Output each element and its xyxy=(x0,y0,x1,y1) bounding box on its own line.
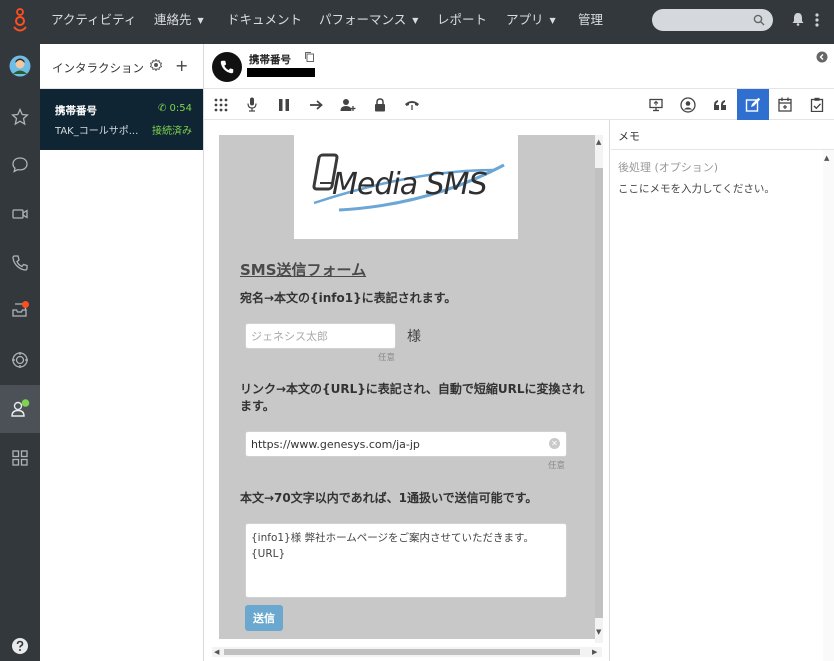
conversation-header: 携帯番号 xyxy=(204,44,834,89)
phone-icon xyxy=(212,52,242,82)
inbox-icon[interactable] xyxy=(0,290,40,330)
memo-scrollbar[interactable] xyxy=(823,150,834,661)
dialpad-icon[interactable] xyxy=(206,89,236,120)
screen-share-icon[interactable] xyxy=(641,89,671,120)
body-text-line: {info1}様 弊社ホームページをご案内させていただきます。 xyxy=(251,532,534,544)
memo-panel: メモ 後処理 (オプション) ここにメモを入力してください。 ▲ xyxy=(611,120,834,661)
settings-gear-icon[interactable] xyxy=(149,58,163,74)
sms-form-frame: Media SMS SMS送信フォーム 宛名→本文の{info1}に表記されます… xyxy=(219,135,603,639)
nav-activity[interactable]: アクティビティ xyxy=(51,0,136,44)
interaction-status: 接続済み xyxy=(152,126,192,137)
logo-text: Media SMS xyxy=(332,167,488,202)
nav-documents[interactable]: ドキュメント xyxy=(227,0,302,44)
star-icon[interactable] xyxy=(0,97,40,137)
interaction-card[interactable]: 携帯番号 ✆ 0:54 TAK_コールサポ... 接続済み xyxy=(40,89,203,150)
interaction-queue: TAK_コールサポ... xyxy=(55,126,139,137)
scroll-right-icon[interactable]: ▶ xyxy=(592,648,597,656)
notification-bell-icon[interactable] xyxy=(792,12,804,29)
chat-bubble-icon[interactable] xyxy=(0,145,40,185)
top-navigation-bar: アクティビティ 連絡先 ▼ ドキュメント パフォーマンス ▼ レポート アプリ ▼ 管… xyxy=(0,0,834,44)
url-optional-hint: 任意 xyxy=(548,461,566,471)
pause-icon[interactable] xyxy=(269,89,299,120)
interaction-timer: ✆ 0:54 xyxy=(157,103,192,114)
form-title: SMS送信フォーム xyxy=(240,261,367,279)
phone-icon[interactable] xyxy=(0,243,40,283)
hangup-icon[interactable] xyxy=(397,89,427,120)
avatar[interactable] xyxy=(0,46,40,86)
interactions-panel: インタラクション + 携帯番号 ✆ 0:54 TAK_コールサポ... 接続済み xyxy=(40,44,204,661)
send-button[interactable]: 送信 xyxy=(245,605,283,631)
collapse-panel-icon[interactable] xyxy=(816,51,828,66)
nav-admin[interactable]: 管理 xyxy=(578,0,603,44)
interactions-header: インタラクション + xyxy=(40,44,204,89)
copy-icon[interactable] xyxy=(304,51,315,66)
vertical-scroll-thumb[interactable] xyxy=(595,168,603,618)
horizontal-scroll-thumb[interactable] xyxy=(224,649,580,655)
search-icon xyxy=(753,14,765,26)
help-icon[interactable] xyxy=(0,626,40,661)
profile-icon[interactable] xyxy=(673,89,703,120)
microphone-icon[interactable] xyxy=(237,89,267,120)
conversation-title: 携帯番号 xyxy=(249,54,291,66)
video-icon[interactable] xyxy=(0,194,40,234)
name-label: 宛名→本文の{info1}に表記されます。 xyxy=(240,291,457,305)
name-suffix: 様 xyxy=(407,329,421,345)
body-text-line: {URL} xyxy=(251,548,286,560)
interactions-title: インタラクション xyxy=(52,61,144,75)
chevron-down-icon: ▼ xyxy=(412,16,419,25)
message-body-textarea[interactable]: {info1}様 弊社ホームページをご案内させていただきます。 {URL} xyxy=(245,523,567,598)
nav-apps[interactable]: アプリ ▼ xyxy=(506,0,556,44)
transfer-arrow-icon[interactable] xyxy=(301,89,331,120)
nav-reports[interactable]: レポート xyxy=(437,0,487,44)
add-participant-icon[interactable] xyxy=(333,89,363,120)
search-input[interactable] xyxy=(652,9,773,31)
target-icon[interactable] xyxy=(0,340,40,380)
scroll-up-icon[interactable]: ▲ xyxy=(596,138,601,146)
left-rail xyxy=(0,44,40,661)
more-vertical-icon[interactable] xyxy=(814,12,820,31)
phone-icon: ✆ xyxy=(157,103,170,114)
redacted-phone-number xyxy=(247,68,315,77)
nav-performance[interactable]: パフォーマンス ▼ xyxy=(319,0,418,44)
call-toolbar xyxy=(204,89,834,120)
memo-header: メモ xyxy=(611,120,834,150)
media-sms-logo: Media SMS xyxy=(294,135,518,239)
scroll-left-icon[interactable]: ◀ xyxy=(214,648,219,656)
add-interaction-icon[interactable]: + xyxy=(175,56,188,75)
agent-status-icon[interactable] xyxy=(0,385,40,433)
clear-input-icon[interactable]: ✕ xyxy=(549,438,560,449)
chevron-down-icon: ▼ xyxy=(197,16,204,25)
body-label: 本文→70文字以内であれば、1通扱いで送信可能です。 xyxy=(240,491,538,505)
edit-note-icon[interactable] xyxy=(737,89,769,120)
chevron-down-icon: ▼ xyxy=(549,16,556,25)
name-input[interactable]: ジェネシス太郎 xyxy=(245,323,396,349)
url-input[interactable]: https://www.genesys.com/ja-jp xyxy=(245,431,567,457)
memo-input[interactable]: ここにメモを入力してください。 xyxy=(618,181,775,196)
memo-subtitle: 後処理 (オプション) xyxy=(618,161,719,174)
interaction-name: 携帯番号 xyxy=(55,105,97,117)
quote-icon[interactable] xyxy=(705,89,735,120)
memo-title: メモ xyxy=(618,130,640,143)
genesys-logo-icon[interactable] xyxy=(0,0,40,44)
lock-icon[interactable] xyxy=(365,89,395,120)
url-label: リンク→本文の{URL}に表記され、自動で短縮URLに変換されます。 xyxy=(240,382,585,413)
name-optional-hint: 任意 xyxy=(378,353,396,363)
schedule-icon[interactable] xyxy=(770,89,800,120)
scroll-up-icon[interactable]: ▲ xyxy=(824,154,829,162)
wrapup-icon[interactable] xyxy=(802,89,832,120)
scroll-down-icon[interactable]: ▼ xyxy=(596,628,601,636)
apps-grid-icon[interactable] xyxy=(0,438,40,478)
script-content-area: Media SMS SMS送信フォーム 宛名→本文の{info1}に表記されます… xyxy=(204,120,610,661)
nav-contacts[interactable]: 連絡先 ▼ xyxy=(154,0,204,44)
